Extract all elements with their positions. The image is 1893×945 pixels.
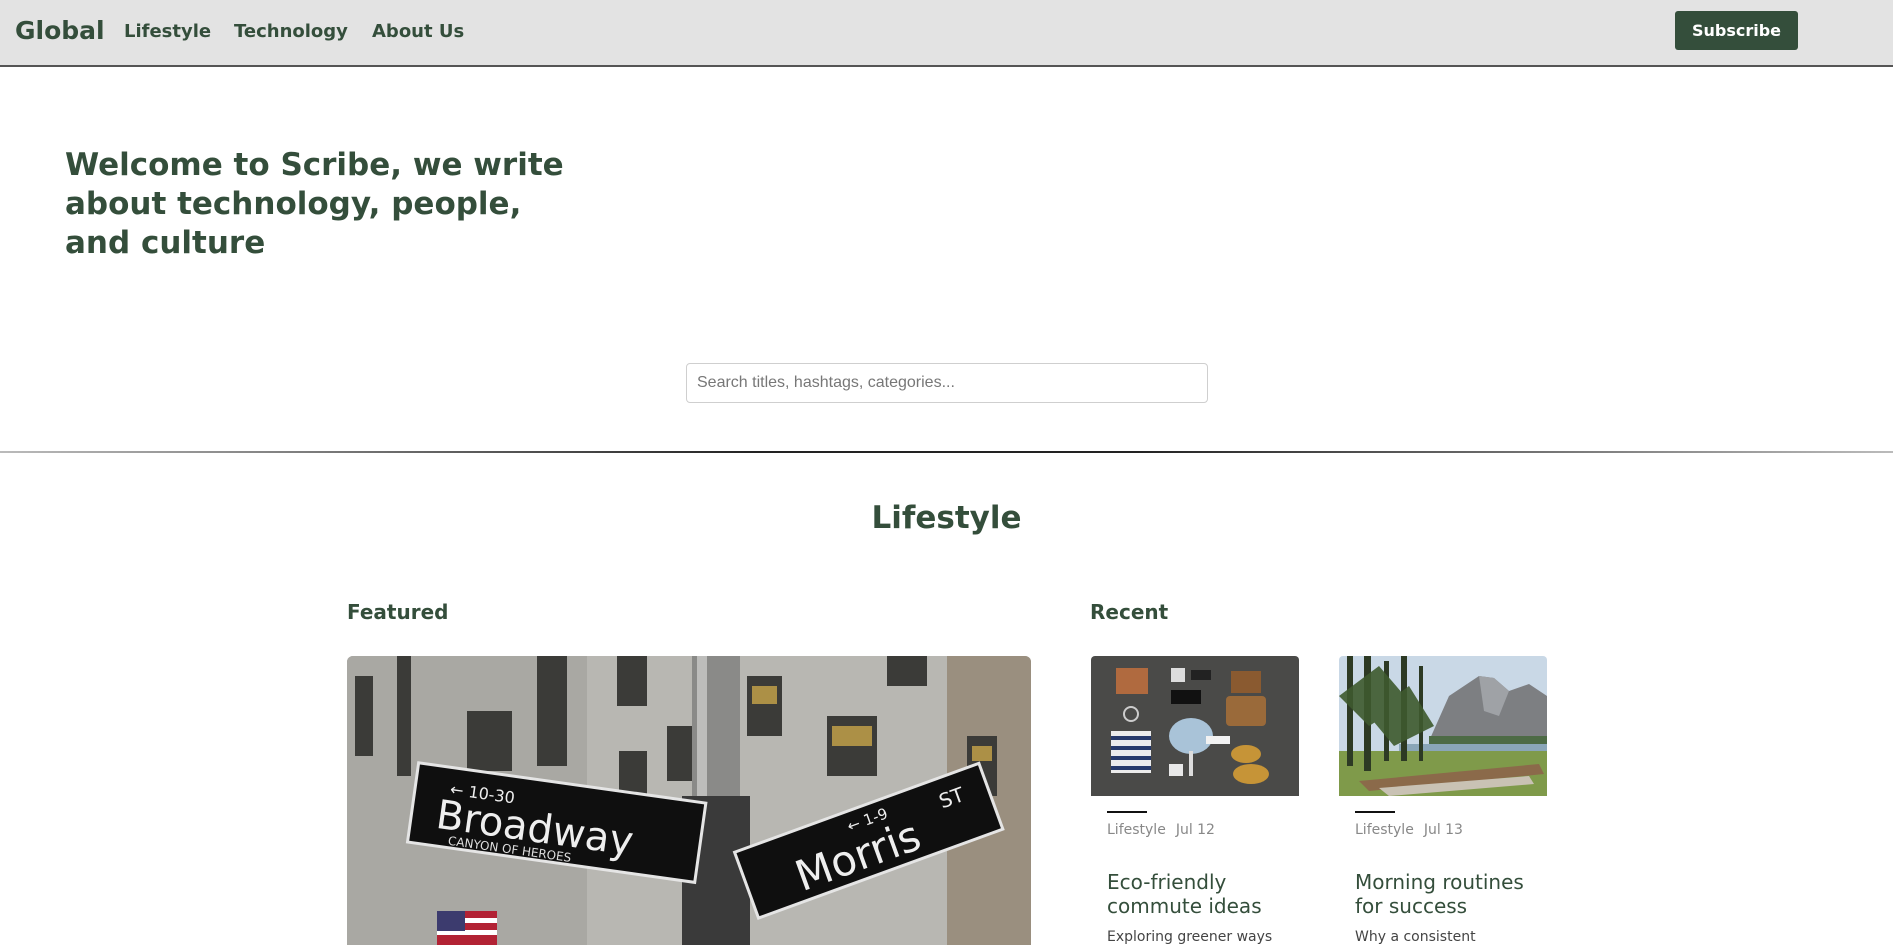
brand-logo[interactable]: Global: [15, 16, 105, 45]
street-signs-photo: ← 10-30 Broadway CANYON OF HEROES ← 1-9 …: [347, 656, 1031, 945]
card-date: Jul 12: [1175, 822, 1215, 838]
card-title[interactable]: Eco-friendly commute ideas: [1107, 870, 1297, 918]
top-navbar: Global Lifestyle Technology About Us Sub…: [0, 0, 1893, 67]
section-divider: [0, 451, 1893, 453]
card-category[interactable]: Lifestyle: [1355, 822, 1414, 838]
card-accent-rule: [1355, 811, 1395, 813]
card-meta: Lifestyle Jul 12: [1107, 822, 1215, 838]
nav-link-about-us[interactable]: About Us: [372, 21, 464, 42]
flatlay-photo: [1091, 656, 1299, 796]
section-title: Lifestyle: [871, 500, 1022, 536]
featured-heading: Featured: [347, 600, 449, 624]
card-image-yosemite: [1339, 656, 1547, 796]
card-date: Jul 13: [1423, 822, 1463, 838]
card-title[interactable]: Morning routines for success: [1355, 870, 1545, 918]
subscribe-button[interactable]: Subscribe: [1675, 11, 1798, 50]
featured-article-image[interactable]: ← 10-30 Broadway CANYON OF HEROES ← 1-9 …: [347, 656, 1031, 945]
nav-link-technology[interactable]: Technology: [234, 21, 348, 42]
card-excerpt: Exploring greener ways: [1107, 929, 1273, 945]
hero-title: Welcome to Scribe, we write about techno…: [65, 147, 564, 261]
card-accent-rule: [1107, 811, 1147, 813]
card-category[interactable]: Lifestyle: [1107, 822, 1166, 838]
search-input[interactable]: [686, 363, 1208, 403]
recent-article-card[interactable]: Lifestyle Jul 13 Morning routines for suc…: [1339, 656, 1547, 945]
valley-photo: [1339, 656, 1547, 796]
card-image-flatlay: [1091, 656, 1299, 796]
recent-heading: Recent: [1090, 600, 1169, 624]
recent-article-card[interactable]: Lifestyle Jul 12 Eco-friendly commute ide…: [1091, 656, 1299, 945]
card-excerpt: Why a consistent: [1355, 929, 1476, 945]
nav-link-lifestyle[interactable]: Lifestyle: [124, 21, 211, 42]
card-meta: Lifestyle Jul 13: [1355, 822, 1463, 838]
